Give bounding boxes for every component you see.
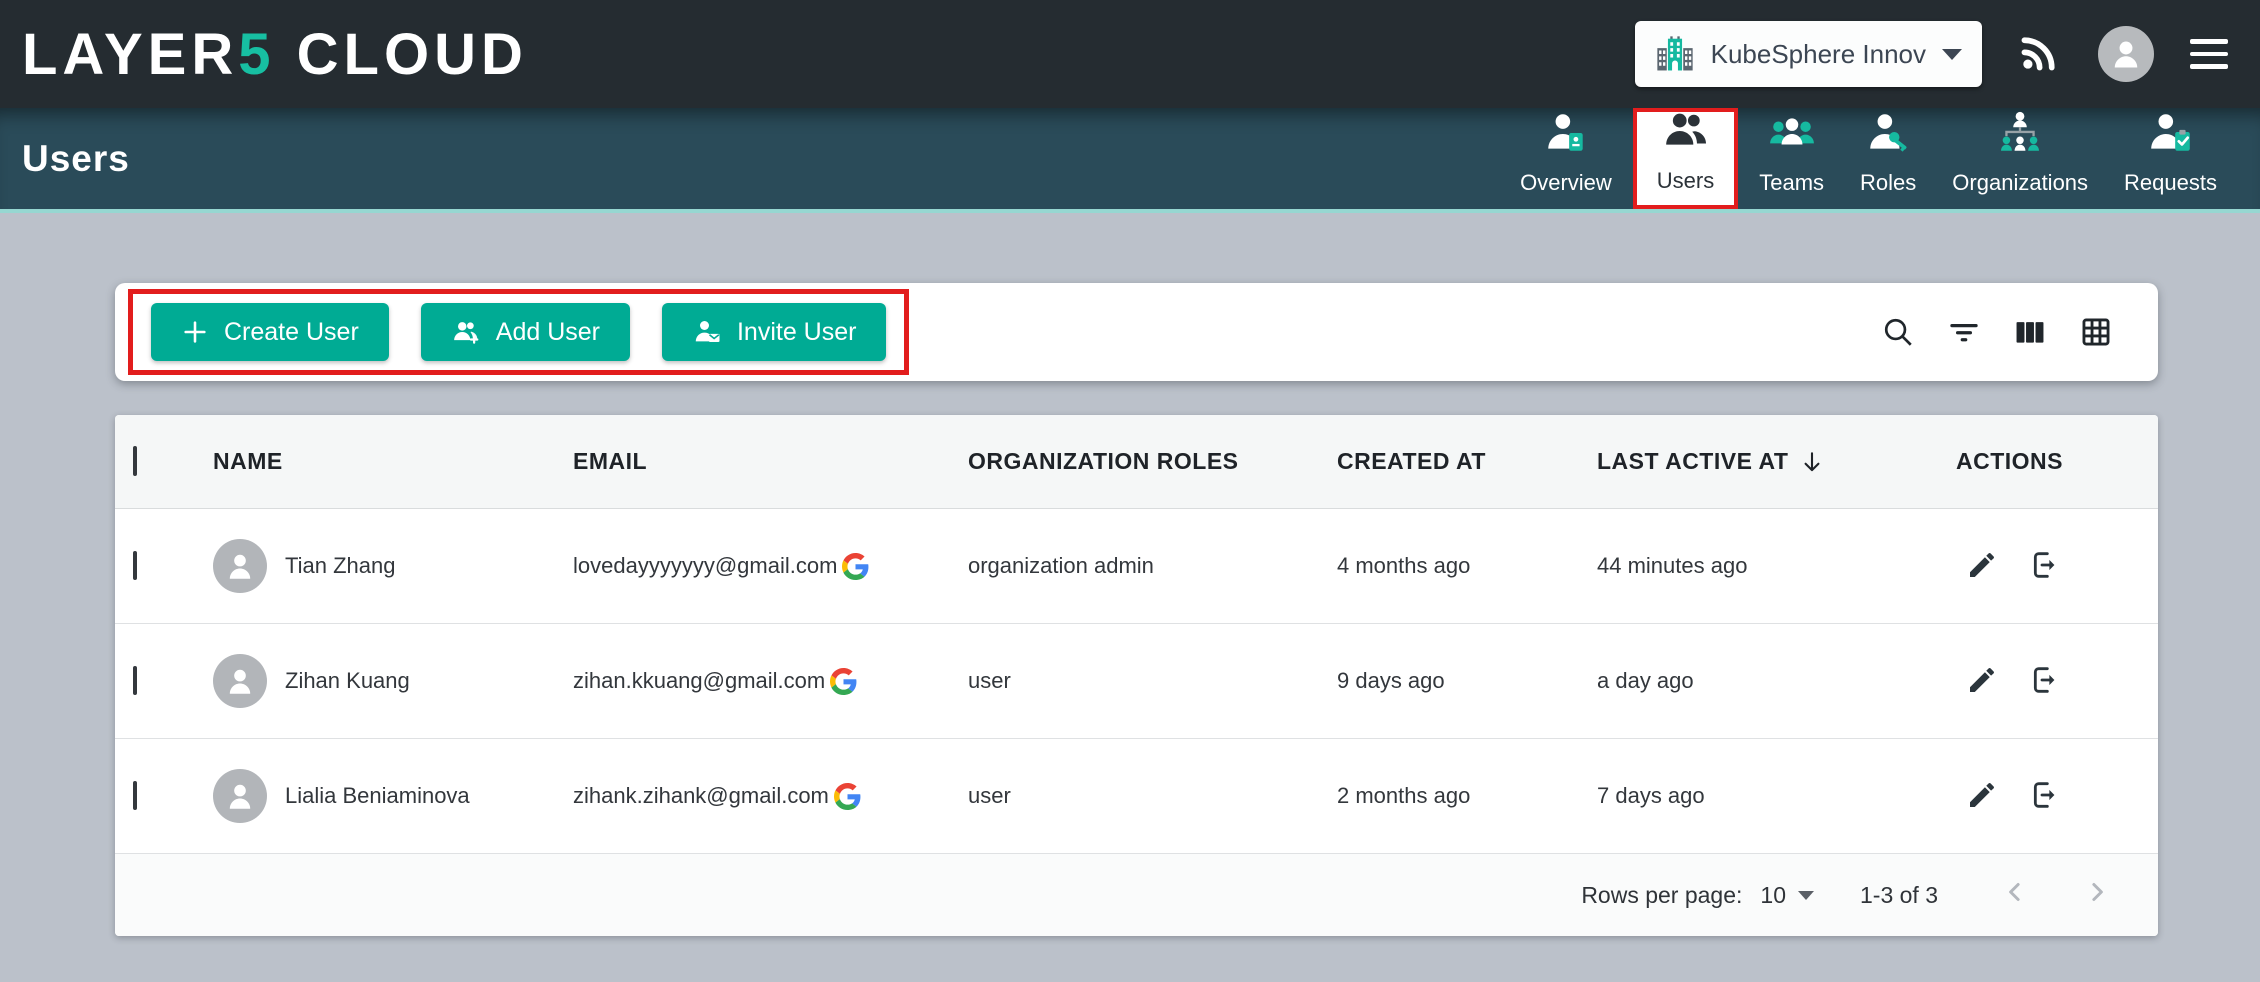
notifications-rss-icon[interactable] bbox=[2018, 30, 2062, 79]
created-at: 4 months ago bbox=[1337, 553, 1597, 579]
user-email: zihan.kkuang@gmail.com bbox=[573, 668, 825, 694]
tab-label: Teams bbox=[1759, 170, 1824, 196]
remove-user-logout-icon[interactable] bbox=[2028, 664, 2062, 698]
group-add-icon bbox=[451, 317, 481, 347]
user-name: Tian Zhang bbox=[285, 553, 395, 579]
tab-teams[interactable]: Teams bbox=[1744, 108, 1839, 209]
user-email: zihank.zihank@gmail.com bbox=[573, 783, 829, 809]
last-active-at: 7 days ago bbox=[1597, 783, 1956, 809]
organization-role: organization admin bbox=[968, 553, 1337, 579]
table-row: Zihan Kuang zihan.kkuang@gmail.com user … bbox=[115, 624, 2158, 739]
avatar bbox=[213, 539, 267, 593]
user-email: lovedayyyyyyy@gmail.com bbox=[573, 553, 837, 579]
tab-label: Roles bbox=[1860, 170, 1916, 196]
avatar bbox=[213, 654, 267, 708]
org-hierarchy-icon bbox=[1992, 109, 2048, 163]
top-bar: LAYER5 CLOUD bbox=[0, 0, 2260, 108]
edit-pencil-icon[interactable] bbox=[1966, 664, 2000, 698]
tab-requests[interactable]: Requests bbox=[2109, 108, 2232, 209]
google-icon bbox=[842, 553, 869, 580]
filter-icon[interactable] bbox=[1946, 314, 1982, 350]
menu-hamburger-icon[interactable] bbox=[2190, 39, 2228, 69]
tab-label: Requests bbox=[2124, 170, 2217, 196]
last-active-at: 44 minutes ago bbox=[1597, 553, 1956, 579]
tab-roles[interactable]: Roles bbox=[1845, 108, 1931, 209]
person-mail-icon bbox=[692, 317, 722, 347]
avatar bbox=[213, 769, 267, 823]
column-header-organization-roles[interactable]: ORGANIZATION ROLES bbox=[968, 448, 1337, 475]
row-checkbox[interactable] bbox=[133, 551, 137, 580]
grid-view-icon[interactable] bbox=[2078, 314, 2114, 350]
rows-per-page-select[interactable]: 10 bbox=[1760, 882, 1814, 909]
layer5-cloud-logo: LAYER5 CLOUD bbox=[22, 21, 528, 88]
tab-overview[interactable]: Overview bbox=[1505, 108, 1627, 209]
organization-role: user bbox=[968, 783, 1337, 809]
user-name: Lialia Beniaminova bbox=[285, 783, 470, 809]
remove-user-logout-icon[interactable] bbox=[2028, 549, 2062, 583]
tab-organizations[interactable]: Organizations bbox=[1937, 108, 2103, 209]
invite-user-button[interactable]: Invite User bbox=[662, 303, 886, 361]
column-header-name[interactable]: NAME bbox=[213, 448, 573, 475]
main-content: Create User Add User bbox=[115, 283, 2158, 936]
person-key-icon bbox=[1860, 109, 1916, 163]
row-checkbox[interactable] bbox=[133, 781, 137, 810]
column-header-last-active-at[interactable]: LAST ACTIVE AT bbox=[1597, 448, 1956, 476]
organization-selector-label: KubeSphere Innov bbox=[1711, 39, 1926, 70]
table-toolbar-icons bbox=[1880, 314, 2114, 350]
add-user-button[interactable]: Add User bbox=[421, 303, 630, 361]
tab-label: Users bbox=[1657, 168, 1714, 194]
google-icon bbox=[834, 783, 861, 810]
next-page-chevron-icon[interactable] bbox=[2082, 877, 2112, 913]
table-header-row: NAME EMAIL ORGANIZATION ROLES CREATED AT… bbox=[115, 415, 2158, 509]
organization-role: user bbox=[968, 668, 1337, 694]
chevron-down-icon bbox=[1942, 49, 1962, 60]
building-icon bbox=[1655, 34, 1695, 74]
pagination-range-label: 1-3 of 3 bbox=[1860, 882, 1938, 909]
view-columns-icon[interactable] bbox=[2012, 314, 2048, 350]
created-at: 2 months ago bbox=[1337, 783, 1597, 809]
edit-pencil-icon[interactable] bbox=[1966, 549, 2000, 583]
table-row: Lialia Beniaminova zihank.zihank@gmail.c… bbox=[115, 739, 2158, 854]
google-icon bbox=[830, 668, 857, 695]
table-pagination: Rows per page: 10 1-3 of 3 bbox=[115, 854, 2158, 936]
section-tabs: Overview Users bbox=[1505, 108, 2232, 209]
chevron-down-icon bbox=[1798, 891, 1814, 900]
remove-user-logout-icon[interactable] bbox=[2028, 779, 2062, 813]
annotation-red-box: Create User Add User bbox=[128, 289, 909, 375]
person-clipboard-icon bbox=[2143, 109, 2199, 163]
tab-users[interactable]: Users bbox=[1633, 108, 1738, 209]
create-user-button[interactable]: Create User bbox=[151, 303, 389, 361]
page-title: Users bbox=[22, 138, 130, 180]
created-at: 9 days ago bbox=[1337, 668, 1597, 694]
column-header-created-at[interactable]: CREATED AT bbox=[1337, 448, 1597, 475]
page-nav-bar: Users Overview U bbox=[0, 108, 2260, 213]
column-header-email[interactable]: EMAIL bbox=[573, 448, 968, 475]
sort-desc-arrow-icon bbox=[1798, 448, 1826, 476]
last-active-at: a day ago bbox=[1597, 668, 1956, 694]
tab-label: Overview bbox=[1520, 170, 1612, 196]
search-icon[interactable] bbox=[1880, 314, 1916, 350]
tab-label: Organizations bbox=[1952, 170, 2088, 196]
organization-selector[interactable]: KubeSphere Innov bbox=[1635, 21, 1982, 87]
person-badge-icon bbox=[1538, 109, 1594, 163]
users-table: NAME EMAIL ORGANIZATION ROLES CREATED AT… bbox=[115, 415, 2158, 936]
column-header-actions: ACTIONS bbox=[1956, 448, 2158, 475]
previous-page-chevron-icon[interactable] bbox=[2000, 877, 2030, 913]
people-icon bbox=[1658, 107, 1714, 161]
user-name: Zihan Kuang bbox=[285, 668, 410, 694]
row-checkbox[interactable] bbox=[133, 666, 137, 695]
table-row: Tian Zhang lovedayyyyyyy@gmail.com organ… bbox=[115, 509, 2158, 624]
select-all-checkbox[interactable] bbox=[133, 446, 137, 476]
rows-per-page-label: Rows per page: bbox=[1581, 882, 1742, 909]
user-avatar[interactable] bbox=[2098, 26, 2154, 82]
team-icon bbox=[1764, 109, 1820, 163]
plus-icon bbox=[181, 318, 209, 346]
users-toolbar: Create User Add User bbox=[115, 283, 2158, 381]
edit-pencil-icon[interactable] bbox=[1966, 779, 2000, 813]
